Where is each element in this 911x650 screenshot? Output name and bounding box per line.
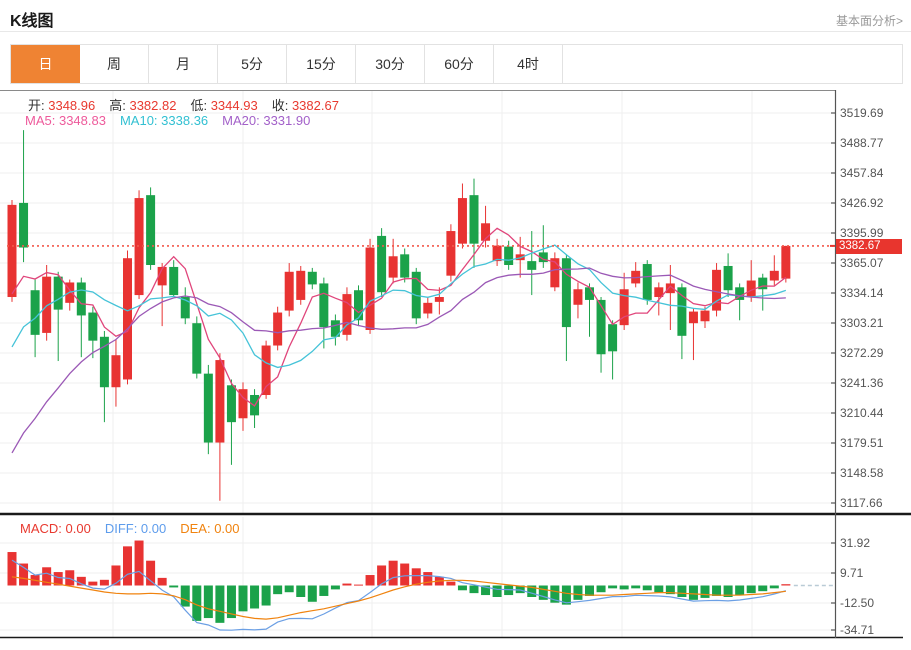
price-tick-4: 3395.99	[840, 226, 883, 240]
macd-row-item-1: DIFF: 0.00	[105, 521, 166, 536]
macd-tick-1: 9.71	[840, 566, 863, 580]
price-tick-10: 3210.44	[840, 406, 883, 420]
ohlc-row-item-1: 高: 3382.82	[109, 95, 176, 114]
legend-label: 收:	[272, 98, 292, 113]
legend-label: MA5:	[25, 113, 59, 128]
ma-row-item-0: MA5: 3348.83	[25, 113, 106, 128]
legend-value: 0.00	[66, 521, 91, 536]
tab-60min[interactable]: 60分	[425, 45, 494, 83]
tab-month[interactable]: 月	[149, 45, 218, 83]
legend-value: 0.00	[141, 521, 166, 536]
macd-legend-row: MACD: 0.00DIFF: 0.00DEA: 0.00	[20, 521, 254, 536]
ohlc-row-item-2: 低: 3344.93	[190, 95, 257, 114]
price-tick-5: 3365.07	[840, 256, 883, 270]
ma-legend-row: MA5: 3348.83 MA10: 3338.36 MA20: 3331.90	[25, 113, 324, 128]
price-tick-8: 3272.29	[840, 346, 883, 360]
price-tick-3: 3426.92	[840, 196, 883, 210]
page-title: K线图	[10, 7, 54, 31]
legend-label: DIFF:	[105, 521, 141, 536]
legend-value: 3344.93	[211, 98, 258, 113]
price-tick-12: 3148.58	[840, 466, 883, 480]
ma-row-item-2: MA20: 3331.90	[222, 113, 310, 128]
period-tab-bar: 日周月5分15分30分60分4时	[10, 44, 903, 84]
tab-15min[interactable]: 15分	[287, 45, 356, 83]
legend-value: 3338.36	[161, 113, 208, 128]
price-tick-0: 3519.69	[840, 106, 883, 120]
legend-value: 3382.82	[129, 98, 176, 113]
title-divider	[0, 31, 911, 32]
legend-label: MA10:	[120, 113, 161, 128]
tab-4hour[interactable]: 4时	[494, 45, 563, 83]
legend-label: 低:	[190, 98, 210, 113]
price-tick-2: 3457.84	[840, 166, 883, 180]
legend-label: MACD:	[20, 521, 66, 536]
macd-tick-2: -12.50	[840, 596, 874, 610]
tab-day[interactable]: 日	[11, 45, 80, 83]
legend-label: MA20:	[222, 113, 263, 128]
price-tick-7: 3303.21	[840, 316, 883, 330]
price-tick-13: 3117.66	[840, 496, 883, 510]
current-price-badge: 3382.67	[836, 239, 902, 254]
legend-label: DEA:	[180, 521, 214, 536]
legend-value: 3348.83	[59, 113, 106, 128]
ohlc-row-item-0: 开: 3348.96	[28, 95, 95, 114]
legend-value: 3382.67	[292, 98, 339, 113]
macd-tick-0: 31.92	[840, 536, 870, 550]
price-tick-6: 3334.14	[840, 286, 883, 300]
price-tick-1: 3488.77	[840, 136, 883, 150]
legend-value: 0.00	[214, 521, 239, 536]
legend-label: 开:	[28, 98, 48, 113]
fundamental-analysis-link[interactable]: 基本面分析>	[836, 12, 903, 29]
macd-row-item-0: MACD: 0.00	[20, 521, 91, 536]
tab-5min[interactable]: 5分	[218, 45, 287, 83]
price-tick-9: 3241.36	[840, 376, 883, 390]
tab-30min[interactable]: 30分	[356, 45, 425, 83]
ohlc-row-item-3: 收: 3382.67	[272, 95, 339, 114]
ma-row-item-1: MA10: 3338.36	[120, 113, 208, 128]
legend-value: 3331.90	[263, 113, 310, 128]
legend-value: 3348.96	[48, 98, 95, 113]
macd-tick-3: -34.71	[840, 623, 874, 637]
tab-week[interactable]: 周	[80, 45, 149, 83]
price-tick-11: 3179.51	[840, 436, 883, 450]
legend-label: 高:	[109, 98, 129, 113]
macd-row-item-2: DEA: 0.00	[180, 521, 239, 536]
ohlc-legend-row: 开: 3348.96 高: 3382.82 低: 3344.93 收: 3382.67	[28, 95, 353, 114]
